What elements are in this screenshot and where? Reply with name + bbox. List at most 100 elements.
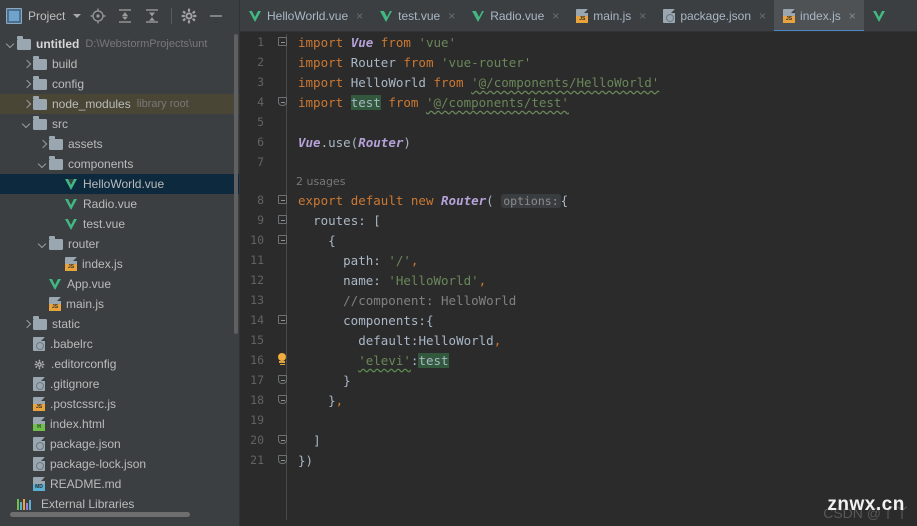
editor-gutter[interactable] [270,230,296,250]
code-line[interactable]: 6 Vue.use(Router) [240,132,917,152]
editor-gutter[interactable] [270,350,296,370]
code-line[interactable]: 2 import Router from 'vue-router' [240,52,917,72]
editor-gutter[interactable] [270,52,296,72]
fold-toggle-icon[interactable] [278,97,287,106]
sidebar-vertical-scrollbar[interactable] [234,34,238,334]
tree-item--postcssrc-js[interactable]: JS .postcssrc.js [0,394,239,414]
chevron-right-icon[interactable] [20,98,33,111]
tree-item-helloworld-vue[interactable]: HelloWorld.vue [0,174,239,194]
tree-item-src[interactable]: src [0,114,239,134]
locate-file-icon[interactable] [88,6,108,26]
code-line[interactable]: 8 export default new Router( options:{ [240,190,917,210]
editor-gutter[interactable] [270,72,296,92]
hide-panel-icon[interactable] [206,6,226,26]
tree-item-components[interactable]: components [0,154,239,174]
editor-gutter[interactable] [270,210,296,230]
editor-gutter[interactable] [270,450,296,470]
sidebar-horizontal-scrollbar[interactable] [10,512,190,517]
tree-item-config[interactable]: config [0,74,239,94]
tree-item-app-vue[interactable]: App.vue [0,274,239,294]
editor-gutter[interactable] [270,370,296,390]
chevron-down-icon[interactable] [36,238,49,251]
chevron-right-icon[interactable] [20,318,33,331]
editor-tab-test-vue[interactable]: test.vue × [371,0,463,31]
editor-gutter[interactable] [270,190,296,210]
code-line[interactable]: 19 [240,410,917,430]
code-line[interactable]: 20 ] [240,430,917,450]
code-line[interactable]: 13 //component: HelloWorld [240,290,917,310]
tree-item-assets[interactable]: assets [0,134,239,154]
code-line[interactable]: 12 name: 'HelloWorld', [240,270,917,290]
tree-item-radio-vue[interactable]: Radio.vue [0,194,239,214]
code-line[interactable]: 1 import Vue from 'vue' [240,32,917,52]
tree-item-package-json[interactable]: package.json [0,434,239,454]
expand-all-icon[interactable] [115,6,135,26]
editor-gutter[interactable] [270,92,296,112]
code-line[interactable]: 5 [240,112,917,132]
editor-gutter[interactable] [270,410,296,430]
chevron-right-icon[interactable] [36,138,49,151]
fold-toggle-icon[interactable] [278,455,287,464]
editor-gutter[interactable] [270,430,296,450]
tree-item-static[interactable]: static [0,314,239,334]
code-line[interactable]: 21}) [240,450,917,470]
tree-item-readme-md[interactable]: MD README.md [0,474,239,494]
code-line[interactable]: 15 default:HelloWorld, [240,330,917,350]
editor-gutter[interactable] [270,250,296,270]
code-line[interactable]: 17 } [240,370,917,390]
chevron-down-icon[interactable] [4,38,17,51]
editor-tab-helloworld-vue[interactable]: HelloWorld.vue × [240,0,371,31]
intention-bulb-icon[interactable] [276,353,288,366]
chevron-right-icon[interactable] [20,78,33,91]
close-icon[interactable]: × [356,9,363,23]
tree-item-index-html[interactable]: Hindex.html [0,414,239,434]
tree-item-router[interactable]: router [0,234,239,254]
collapse-all-icon[interactable] [142,6,162,26]
editor-tab-main-js[interactable]: JS main.js × [567,0,654,31]
close-icon[interactable]: × [448,9,455,23]
close-icon[interactable]: × [639,9,646,23]
code-line[interactable]: 9 routes: [ [240,210,917,230]
editor-tab-package-json[interactable]: package.json × [654,0,774,31]
editor-gutter[interactable] [270,290,296,310]
chevron-down-icon[interactable] [36,158,49,171]
fold-toggle-icon[interactable] [278,37,287,46]
editor-tab-radio-vue[interactable]: Radio.vue × [463,0,567,31]
fold-toggle-icon[interactable] [278,435,287,444]
inlay-hint-usages[interactable]: 2 usages [240,172,917,190]
editor-gutter[interactable] [270,132,296,152]
close-icon[interactable]: × [552,9,559,23]
tree-item-build[interactable]: build [0,54,239,74]
fold-toggle-icon[interactable] [278,215,287,224]
tree-item-main-js[interactable]: JS main.js [0,294,239,314]
editor-gutter[interactable] [270,330,296,350]
tree-item--gitignore[interactable]: .gitignore [0,374,239,394]
fold-toggle-icon[interactable] [278,235,287,244]
code-line[interactable]: 11 path: '/', [240,250,917,270]
tree-item-untitled[interactable]: untitled D:\WebstormProjects\unt [0,34,239,54]
code-line[interactable]: 14 components:{ [240,310,917,330]
chevron-right-icon[interactable] [20,58,33,71]
close-icon[interactable]: × [849,9,856,23]
tree-item-external-libraries[interactable]: External Libraries [0,494,239,514]
close-icon[interactable]: × [759,9,766,23]
tree-item-node-modules[interactable]: node_modules library root [0,94,239,114]
tree-item-test-vue[interactable]: test.vue [0,214,239,234]
fold-toggle-icon[interactable] [278,315,287,324]
code-line[interactable]: 16 'elevi':test [240,350,917,370]
editor-tab-partial[interactable] [864,0,899,31]
code-line[interactable]: 18 }, [240,390,917,410]
code-lines[interactable]: 1 import Vue from 'vue' 2 import Router fro… [240,32,917,520]
project-panel-title[interactable]: Project [28,9,65,23]
tree-item-package-lock-json[interactable]: package-lock.json [0,454,239,474]
code-line[interactable]: 7 [240,152,917,172]
editor-gutter[interactable] [270,152,296,172]
fold-toggle-icon[interactable] [278,395,287,404]
fold-toggle-icon[interactable] [278,375,287,384]
tree-item-index-js[interactable]: JS index.js [0,254,239,274]
editor-gutter[interactable] [270,390,296,410]
editor-tab-index-js[interactable]: JS index.js × [774,0,864,31]
editor-gutter[interactable] [270,270,296,290]
editor-gutter[interactable] [270,310,296,330]
code-line[interactable]: 10 { [240,230,917,250]
